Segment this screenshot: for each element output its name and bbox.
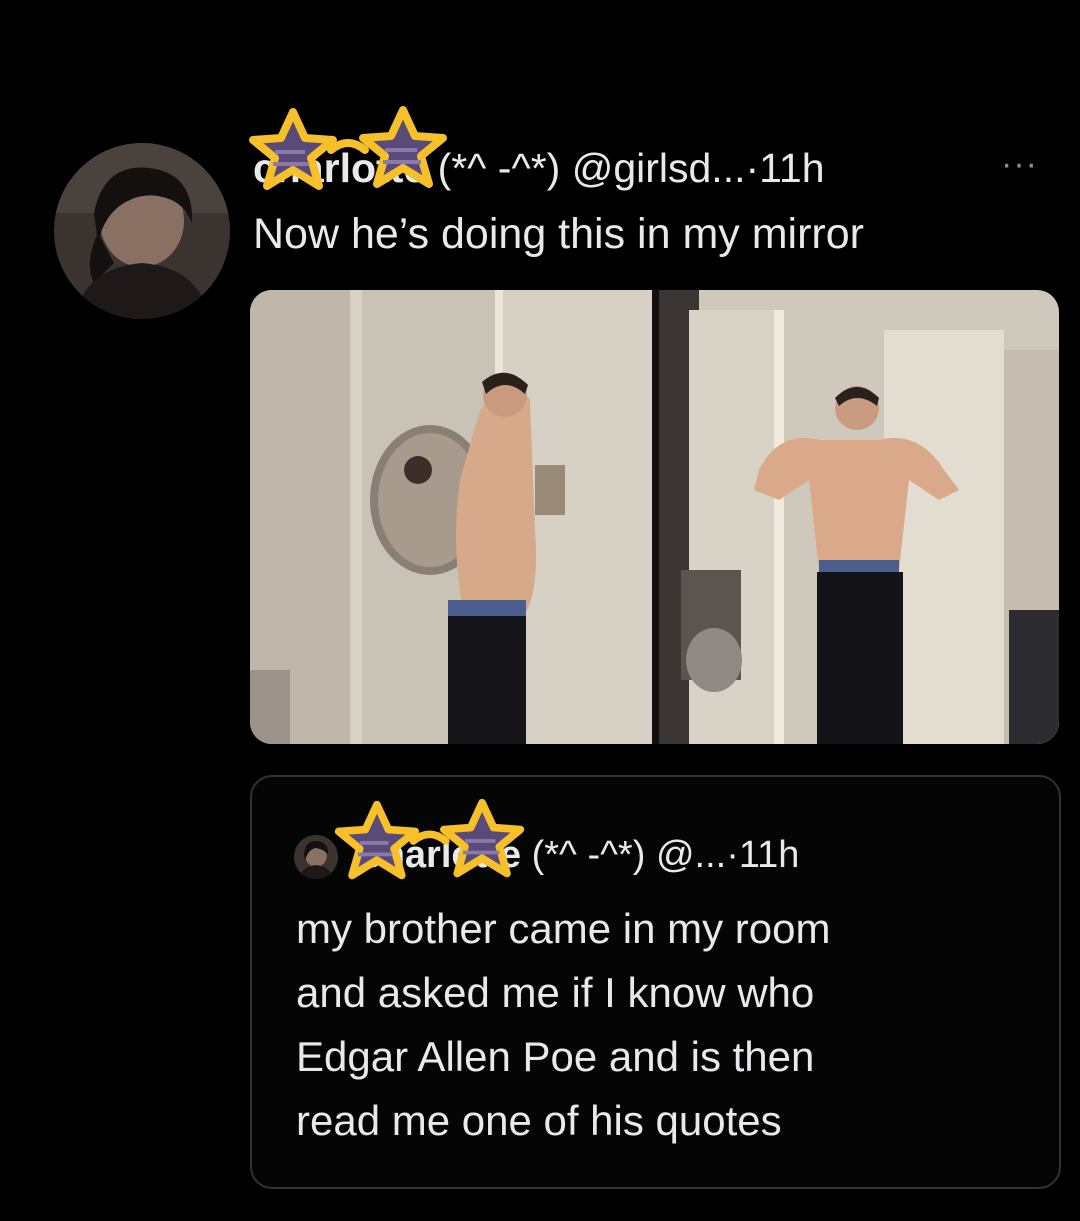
quoted-handle[interactable]: @... bbox=[656, 834, 726, 876]
avatar[interactable] bbox=[54, 143, 230, 319]
quoted-display-name[interactable]: charlotte bbox=[361, 834, 521, 876]
quoted-name-emoticon: (*^ -^*) bbox=[531, 834, 656, 876]
photo-right[interactable] bbox=[659, 290, 1059, 744]
quoted-tweet-header: charlotte (*^ -^*) @...·11h bbox=[294, 798, 800, 885]
quoted-profile-photo-icon bbox=[294, 834, 338, 879]
handle[interactable]: @girlsd... bbox=[572, 145, 746, 191]
screenshot: charlotte (*^ -^*) @girlsd...·11h ··· No… bbox=[0, 0, 1080, 1221]
quoted-timestamp[interactable]: 11h bbox=[739, 834, 800, 876]
display-name[interactable]: charlotte bbox=[253, 145, 426, 191]
separator-dot: · bbox=[745, 145, 760, 191]
name-emoticon: (*^ -^*) bbox=[437, 145, 572, 191]
display-name-wrap[interactable]: charlotte bbox=[249, 106, 447, 200]
quoted-display-name-wrap[interactable]: charlotte bbox=[334, 798, 524, 885]
quoted-separator-dot: · bbox=[726, 834, 739, 876]
photo-left[interactable] bbox=[250, 290, 652, 744]
profile-photo-icon bbox=[54, 143, 230, 319]
quoted-tweet-text: my brother came in my room and asked me … bbox=[296, 905, 831, 1144]
tweet-text: Now he’s doing this in my mirror bbox=[253, 210, 864, 258]
more-options-icon[interactable]: ··· bbox=[1001, 132, 1038, 196]
timestamp[interactable]: 11h bbox=[759, 145, 824, 191]
tweet-header: charlotte (*^ -^*) @girlsd...·11h ··· bbox=[249, 106, 1053, 200]
quoted-tweet[interactable]: charlotte (*^ -^*) @...·11h my brother c… bbox=[250, 775, 1061, 1189]
quoted-avatar[interactable] bbox=[294, 834, 338, 879]
tweet-media[interactable] bbox=[250, 290, 1059, 744]
